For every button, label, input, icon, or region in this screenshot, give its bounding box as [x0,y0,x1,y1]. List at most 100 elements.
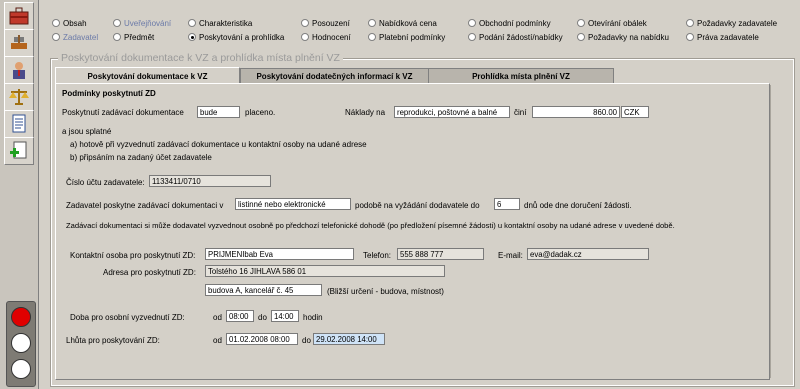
from-label: od [213,313,222,322]
radio-circle[interactable] [301,19,309,27]
radio-circle[interactable] [368,19,376,27]
currency-input[interactable]: CZK [621,106,649,118]
days-input[interactable]: 6 [494,198,520,210]
provides-suffix: dnů ode dne doručení žádosti. [524,201,632,210]
payable-option-a: a) hotově při vyzvednutí zadávací dokume… [70,140,367,149]
tab-label: Poskytování dodatečných informací k VZ [256,71,413,81]
amber-lamp [11,333,31,353]
radio-label: Předmět [124,32,155,42]
vertical-scrollbar[interactable] [770,85,783,378]
radio-circle[interactable] [52,33,60,41]
address-detail-input[interactable]: budova A, kancelář č. 45 [205,284,322,296]
nav-radio-row2-7[interactable]: Práva zadavatele [686,31,759,43]
provide-select[interactable]: bude [197,106,240,118]
payable-label: a jsou splatné [62,127,112,136]
radio-label: Zadavatel [63,32,99,42]
radio-circle[interactable] [686,19,694,27]
provides-form-input[interactable]: listinné nebo elektronické [235,198,351,210]
radio-label: Požadavky na nabídku [588,32,669,42]
tab-site-visit[interactable]: Prohlídka místa plnění VZ [428,68,614,83]
tab-document-provision[interactable]: Poskytování dokumentace k VZ [55,67,240,84]
radio-label: Podání žádostí/nabídky [479,32,563,42]
red-lamp [11,307,31,327]
radio-label: Obsah [63,18,87,28]
deadline-from-input[interactable]: 01.02.2008 08:00 [226,333,298,345]
radio-circle[interactable] [577,19,585,27]
nav-radio-row1-2[interactable]: Charakteristika [188,17,252,29]
add-document-icon [10,141,27,159]
radio-circle[interactable] [52,19,60,27]
radio-label: Poskytování a prohlídka [199,32,285,42]
to-time-input[interactable]: 14:00 [271,310,299,322]
nav-radio-row2-4[interactable]: Platební podmínky [368,31,445,43]
address-detail-hint: (Bližší určení - budova, místnost) [327,287,444,296]
phone-label: Telefon: [363,251,392,260]
document-button[interactable] [4,110,34,138]
radio-label: Obchodní podmínky [479,18,551,28]
tab-panel [55,83,770,380]
nav-radio-row2-1[interactable]: Předmět [113,31,154,43]
pickup-note: Zadávací dokumentaci si může dodavatel v… [66,221,675,230]
radio-circle[interactable] [468,33,476,41]
nav-radio-row2-5[interactable]: Podání žádostí/nabídky [468,31,563,43]
deadline-from-label: od [213,336,222,345]
contact-label: Kontaktní osoba pro poskytnutí ZD: [70,251,196,260]
provide-label: Poskytnutí zadávací dokumentace [62,108,184,117]
radio-circle[interactable] [188,33,196,41]
radio-circle[interactable] [468,19,476,27]
nav-radio-row2-3[interactable]: Hodnocení [301,31,351,43]
radio-circle[interactable] [686,33,694,41]
email-label: E-mail: [498,251,523,260]
radio-circle[interactable] [368,33,376,41]
add-document-button[interactable] [4,137,34,165]
provides-prefix: Zadavatel poskytne zadávací dokumentaci … [66,201,224,210]
deadline-label: Lhůta pro poskytování ZD: [66,336,160,345]
nav-radio-row2-0[interactable]: Zadavatel [52,31,98,43]
person-button[interactable] [4,56,34,84]
briefcase-button[interactable] [4,2,34,30]
radio-label: Požadavky zadavatele [697,18,778,28]
nav-radio-row2-2[interactable]: Poskytování a prohlídka [188,31,284,43]
radio-circle[interactable] [113,33,121,41]
radio-label: Hodnocení [312,32,351,42]
nav-radio-row1-0[interactable]: Obsah [52,17,87,29]
account-input[interactable]: 1133411/0710 [149,175,271,187]
costs-input[interactable]: reprodukci, poštovné a balné [394,106,510,118]
address-input[interactable]: Tolstého 16 JIHLAVA 586 01 [205,265,445,277]
green-lamp [11,359,31,379]
deadline-to-input[interactable]: 29.02.2008 14:00 [313,333,385,345]
radio-label: Charakteristika [199,18,253,28]
deadline-to-label: do [302,336,311,345]
radio-label: Práva zadavatele [697,32,759,42]
scales-button[interactable] [4,83,34,111]
radio-label: Platební podmínky [379,32,446,42]
hammer-button[interactable] [4,29,34,57]
nav-radio-row1-1[interactable]: Uveřejňování [113,17,171,29]
radio-circle[interactable] [301,33,309,41]
document-icon [12,114,26,133]
group-title: Poskytování dokumentace k VZ a prohlídka… [58,52,343,64]
phone-input[interactable]: 555 888 777 [397,248,484,260]
tab-label: Prohlídka místa plnění VZ [472,71,570,81]
nav-radio-row1-4[interactable]: Nabídková cena [368,17,437,29]
nav-radio-row1-3[interactable]: Posouzení [301,17,350,29]
nav-radio-row2-6[interactable]: Požadavky na nabídku [577,31,669,43]
from-time-input[interactable]: 08:00 [226,310,254,322]
email-input[interactable]: eva@dadak.cz [527,248,649,260]
radio-circle[interactable] [113,19,121,27]
contact-input[interactable]: PRIJMENIbab Eva [205,248,354,260]
person-icon [13,62,25,79]
radio-circle[interactable] [188,19,196,27]
provides-mid: podobě na vyžádání dodavatele do [355,201,480,210]
payable-option-b: b) připsáním na zadaný účet zadavatele [70,153,212,162]
briefcase-icon [9,7,29,25]
address-label: Adresa pro poskytnutí ZD: [103,268,196,277]
tab-additional-info[interactable]: Poskytování dodatečných informací k VZ [240,68,429,83]
radio-circle[interactable] [577,33,585,41]
nav-radio-row1-7[interactable]: Požadavky zadavatele [686,17,777,29]
nav-radio-row1-6[interactable]: Otevírání obálek [577,17,647,29]
amount-input[interactable]: 860.00 [532,106,620,118]
nav-radio-row1-5[interactable]: Obchodní podmínky [468,17,551,29]
section-heading: Podmínky poskytnutí ZD [62,89,156,98]
hours-label: hodin [303,313,323,322]
